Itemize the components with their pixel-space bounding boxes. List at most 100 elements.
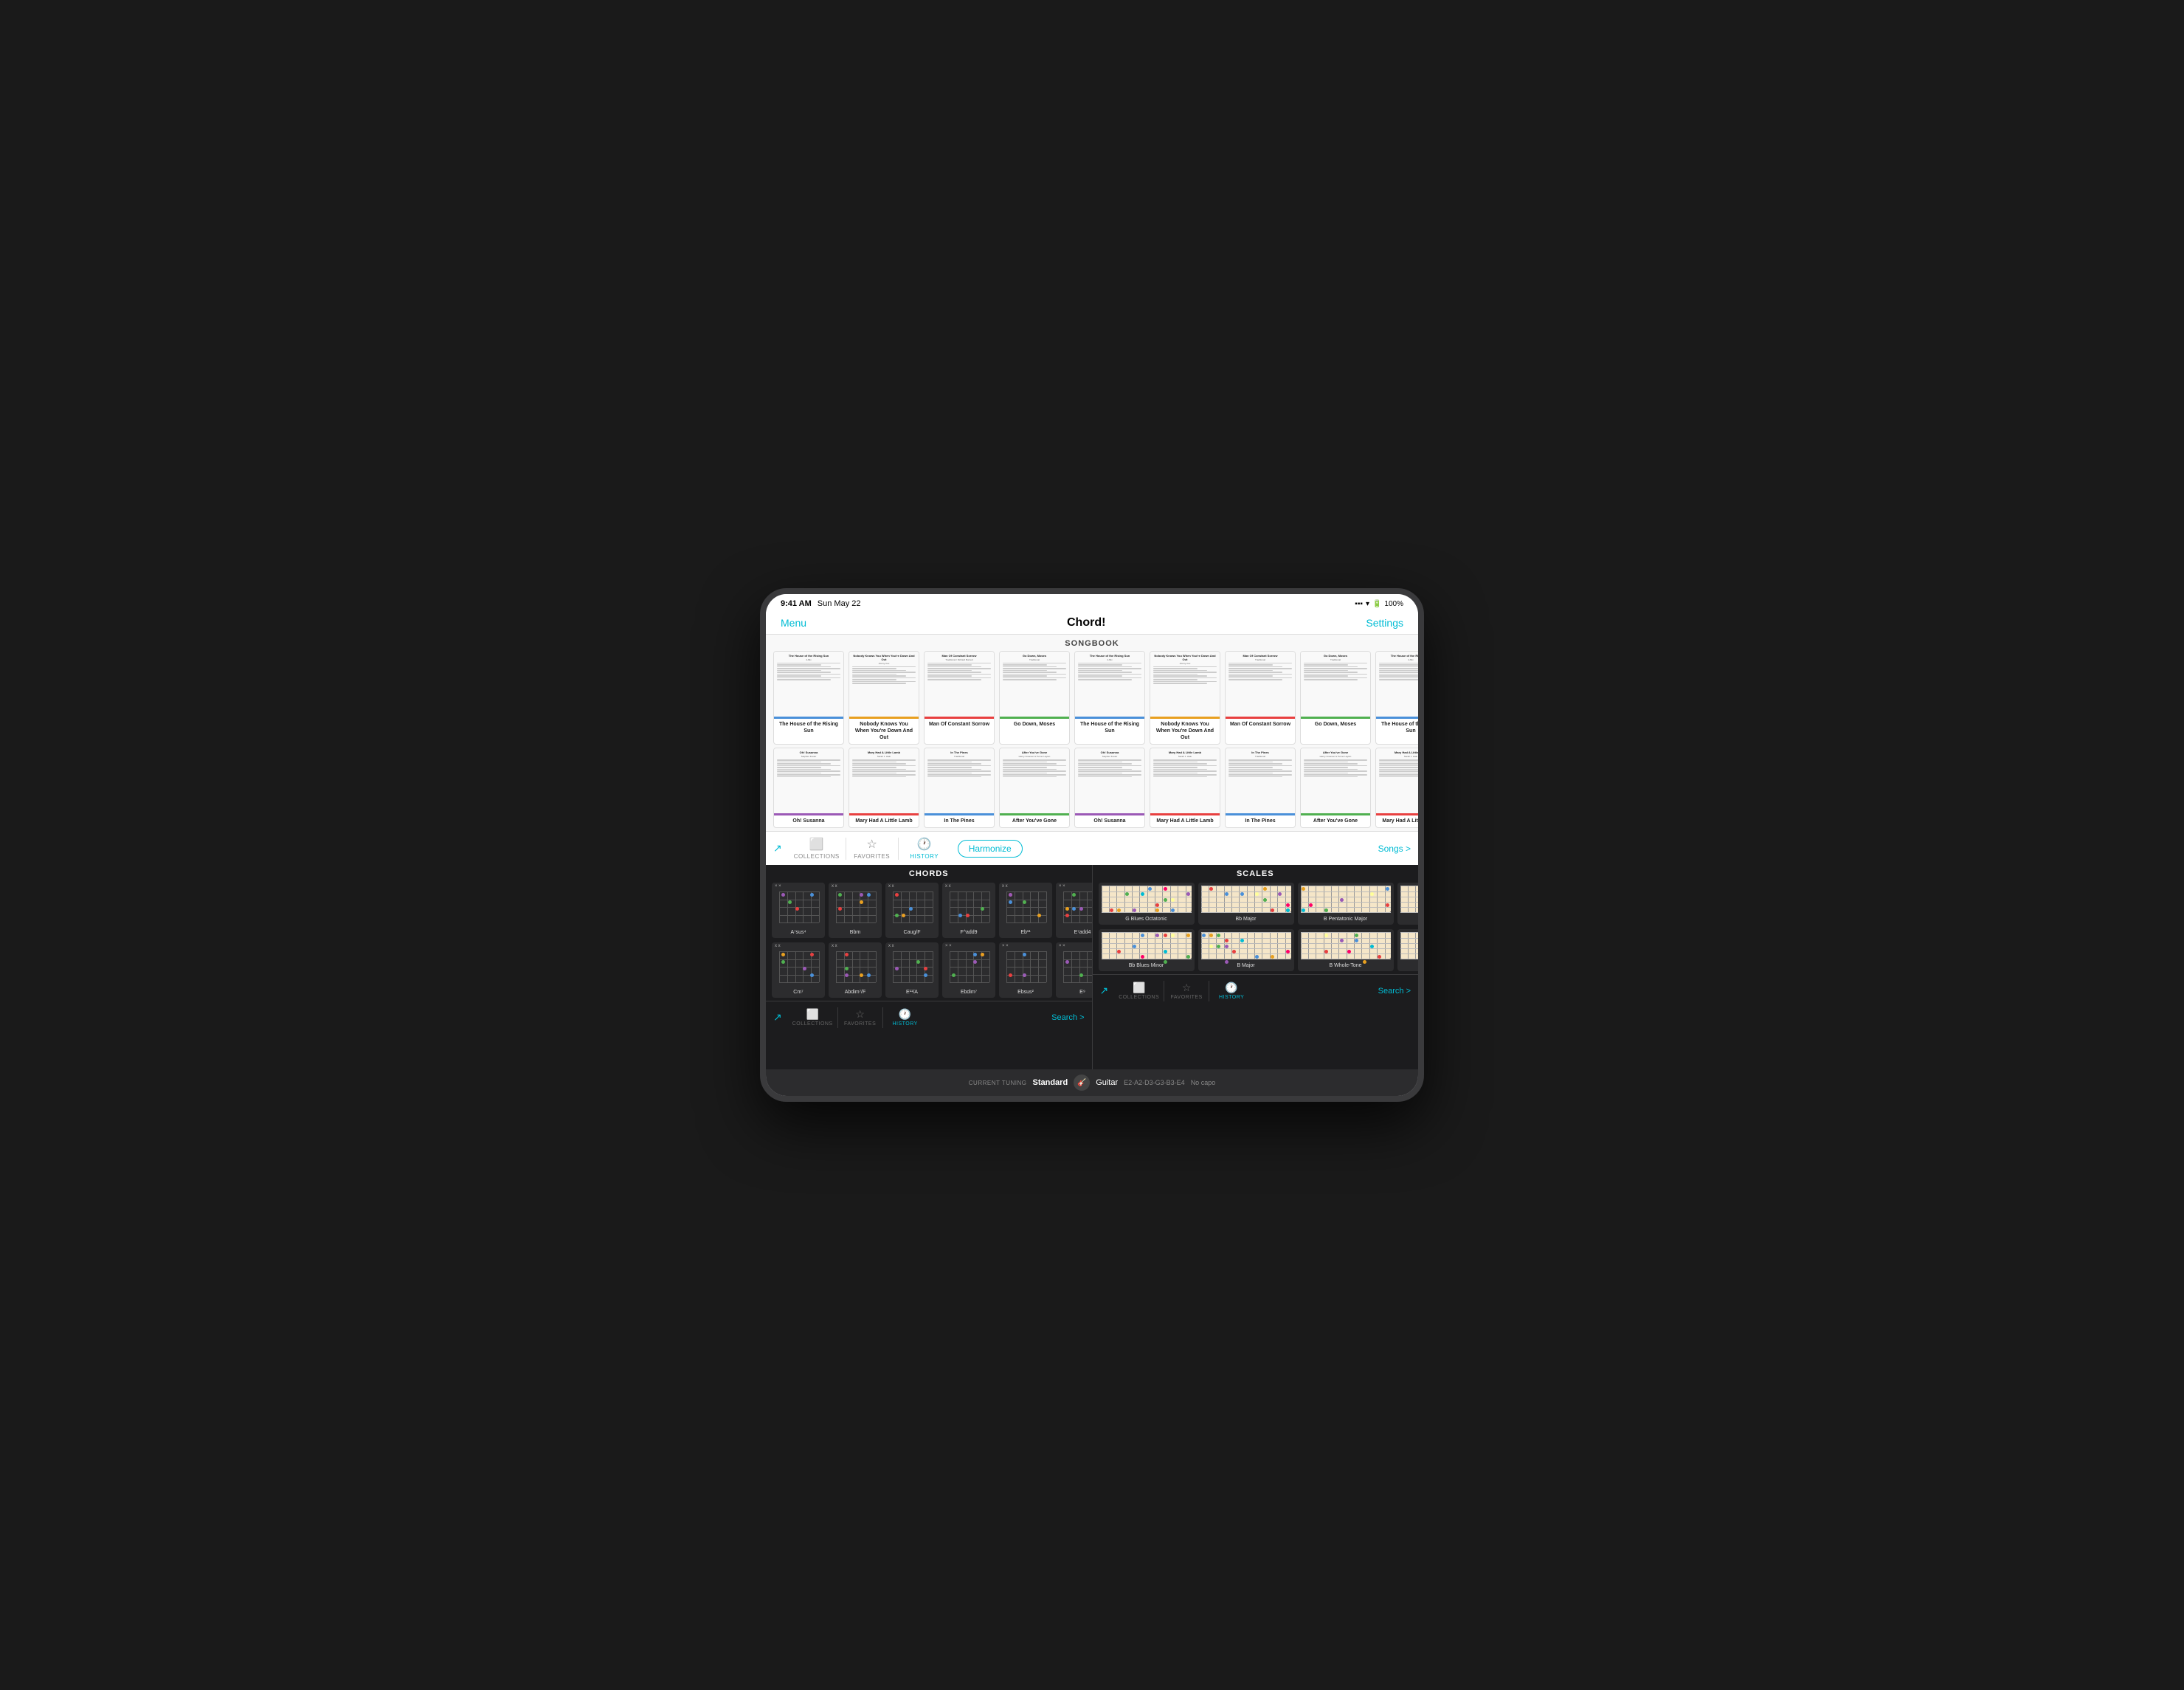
chord-card[interactable]: × × A⁷sus⁴ [772, 883, 825, 938]
chord-grid-row-1: × × A⁷sus⁴ x xBbmx xCaug/Fx xF^add9x xEb¹¹… [766, 881, 1092, 941]
chord-card[interactable]: × ×Ebsus² [999, 942, 1052, 998]
scales-favorites-tab[interactable]: ☆ FAVORITES [1164, 980, 1209, 1001]
tuning-instrument: Guitar [1096, 1078, 1118, 1087]
tuning-name: Standard [1033, 1078, 1068, 1087]
song-card[interactable]: Oh! SusannaStephen FosterOh! Susanna [773, 748, 844, 828]
song-card[interactable]: Go Down, MosesTraditionalGo Down, Moses [999, 651, 1070, 745]
chord-card[interactable]: x xBbm [829, 883, 882, 938]
chord-name: Eb¹¹ [999, 928, 1052, 938]
chords-history-tab[interactable]: 🕐 HISTORY [883, 1007, 927, 1028]
chord-card[interactable]: x xEb¹¹ [999, 883, 1052, 938]
scales-collections-icon: ⬜ [1133, 982, 1145, 994]
song-card[interactable]: In The PinesTraditionalIn The Pines [924, 748, 995, 828]
chord-grid-row-2: x xCm⁷ x x Abdim⁷/Fx xE¹¹/A× ×Ebdim⁷× ×Ebs… [766, 941, 1092, 1001]
scale-card[interactable]: B Whole-Tone [1298, 929, 1394, 971]
chord-card[interactable]: x xCm⁷ [772, 942, 825, 998]
bottom-half: CHORDS × ×A⁷sus⁴x xBbmx xCaug/Fx xF^add9… [766, 865, 1418, 1069]
song-card-title: In The Pines [1226, 815, 1295, 827]
song-card[interactable]: Oh! SusannaStephen FosterOh! Susanna [1074, 748, 1145, 828]
scales-expand-icon[interactable]: ↗ [1100, 984, 1109, 997]
song-card[interactable]: Mary Had A Little LambSarah J. HaleMary … [849, 748, 919, 828]
history-icon: 🕐 [917, 837, 932, 852]
scales-collections-tab[interactable]: ⬜ COLLECTIONS [1114, 980, 1164, 1001]
song-card-title: The House of the Rising Sun [774, 719, 843, 737]
chord-x-marks: × × [1059, 944, 1065, 948]
chord-card[interactable]: x xE¹¹/A [885, 942, 939, 998]
chords-favorites-tab[interactable]: ☆ FAVORITES [838, 1007, 882, 1028]
scale-name: Bb Blues Minor [1099, 962, 1195, 971]
chords-collections-tab[interactable]: ⬜ COLLECTIONS [788, 1007, 837, 1028]
scale-card[interactable]: G Blues Octatonic [1099, 883, 1195, 925]
chord-name: F^add9 [942, 928, 995, 938]
chord-name: Abdim⁷/F [829, 988, 882, 998]
settings-button[interactable]: Settings [1366, 617, 1403, 629]
scale-card[interactable]: B Pentatonic Major [1298, 883, 1394, 925]
menu-button[interactable]: Menu [781, 617, 806, 629]
chord-card[interactable]: × ×Ebdim⁷ [942, 942, 995, 998]
song-card[interactable]: The House of the Rising Sun4-MixThe Hous… [1375, 651, 1418, 745]
chord-card[interactable]: x xF^add9 [942, 883, 995, 938]
song-card[interactable]: Go Down, MosesTraditionalGo Down, Moses [1300, 651, 1371, 745]
expand-icon[interactable]: ↗ [773, 842, 782, 855]
harmonize-button[interactable]: Harmonize [958, 840, 1023, 858]
song-card[interactable]: Mary Had A Little LambSarah J. HaleMary … [1150, 748, 1220, 828]
chord-name: A⁷sus⁴ [772, 928, 825, 938]
songbook-tab-bar: ↗ ⬜ COLLECTIONS ☆ FAVORITES 🕐 HISTORY [766, 831, 1418, 865]
collections-label: COLLECTIONS [794, 853, 840, 860]
scale-card[interactable]: Bb Blues Minor [1099, 929, 1195, 971]
chord-card[interactable]: × ×E⁷add4 [1056, 883, 1092, 938]
chord-card[interactable]: x xCaug/F [885, 883, 939, 938]
song-card[interactable]: The House of the Rising Sun4-MixThe Hous… [773, 651, 844, 745]
scales-favorites-icon: ☆ [1182, 982, 1192, 994]
chords-favorites-icon: ☆ [855, 1008, 865, 1021]
tuning-icon[interactable]: 🎸 [1074, 1075, 1090, 1091]
song-cards-row-2: Oh! SusannaStephen FosterOh! SusannaMary… [766, 748, 1418, 831]
chords-search-link[interactable]: Search > [1051, 1013, 1084, 1022]
chords-history-label: HISTORY [892, 1021, 917, 1027]
chords-expand-icon[interactable]: ↗ [773, 1011, 782, 1024]
songbook-section: SONGBOOK The House of the Rising Sun4-Mi… [766, 635, 1418, 865]
scale-name: G Blues Octatonic [1099, 915, 1195, 925]
chord-name: Bbm [829, 928, 882, 938]
app-title: Chord! [806, 616, 1366, 630]
chord-card[interactable]: × ×E⁹ [1056, 942, 1092, 998]
song-card-title: Man Of Constant Sorrow [925, 719, 994, 731]
scale-grid-row-1: G Blues OctatonicBb MajorB Pentatonic Ma… [1093, 881, 1419, 928]
songbook-favorites-tab[interactable]: ☆ FAVORITES [846, 835, 898, 861]
scale-card[interactable]: A M [1397, 929, 1419, 971]
song-card[interactable]: After You've GoneHenry Creamer & Turner … [999, 748, 1070, 828]
songbook-collections-tab[interactable]: ⬜ COLLECTIONS [788, 835, 846, 861]
scales-history-label: HISTORY [1219, 995, 1244, 1000]
scale-card[interactable]: B Major [1198, 929, 1294, 971]
status-bar: 9:41 AM Sun May 22 ▪▪▪ ▾ 🔋 100% [766, 594, 1418, 613]
scales-favorites-label: FAVORITES [1171, 995, 1203, 1000]
scale-card[interactable]: Bb Major [1198, 883, 1294, 925]
song-card-title: Nobody Knows You When You're Down And Ou… [849, 719, 919, 744]
song-card[interactable]: Nobody Knows You When You're Down And Ou… [849, 651, 919, 745]
chord-card[interactable]: x x Abdim⁷/F [829, 942, 882, 998]
song-card[interactable]: In The PinesTraditionalIn The Pines [1225, 748, 1296, 828]
status-date: Sun May 22 [818, 599, 861, 608]
scale-name: A W [1397, 915, 1419, 925]
song-card[interactable]: The House of the Rising Sun4-MixThe Hous… [1074, 651, 1145, 745]
scale-name: B Major [1198, 962, 1294, 971]
songs-link[interactable]: Songs > [1378, 844, 1411, 854]
battery-icon: 🔋 [1372, 600, 1381, 608]
song-card[interactable]: Nobody Knows You When You're Down And Ou… [1150, 651, 1220, 745]
song-card[interactable]: Man Of Constant SorrowTraditionalMan Of … [1225, 651, 1296, 745]
scales-history-tab[interactable]: 🕐 HISTORY [1209, 980, 1254, 1001]
chords-panel: CHORDS × ×A⁷sus⁴x xBbmx xCaug/Fx xF^add9… [766, 865, 1092, 1069]
scales-title: SCALES [1093, 865, 1419, 881]
song-card[interactable]: After You've GoneHenry Creamer & Turner … [1300, 748, 1371, 828]
chord-name: Cm⁷ [772, 988, 825, 998]
scales-search-link[interactable]: Search > [1378, 987, 1411, 996]
chord-x-marks: × × [775, 884, 781, 889]
scale-card[interactable]: A W [1397, 883, 1419, 925]
chord-x-marks: × × [945, 944, 952, 948]
chord-name: E¹¹/A [885, 988, 939, 998]
tuning-bar: CURRENT TUNING Standard 🎸 Guitar E2-A2-D… [766, 1069, 1418, 1096]
song-card[interactable]: Man Of Constant SorrowTraditional / Rich… [924, 651, 995, 745]
song-card[interactable]: Mary Had A Little LambSarah J. HaleMary … [1375, 748, 1418, 828]
chord-x-marks: x x [832, 944, 837, 948]
songbook-history-tab[interactable]: 🕐 HISTORY [899, 835, 950, 861]
